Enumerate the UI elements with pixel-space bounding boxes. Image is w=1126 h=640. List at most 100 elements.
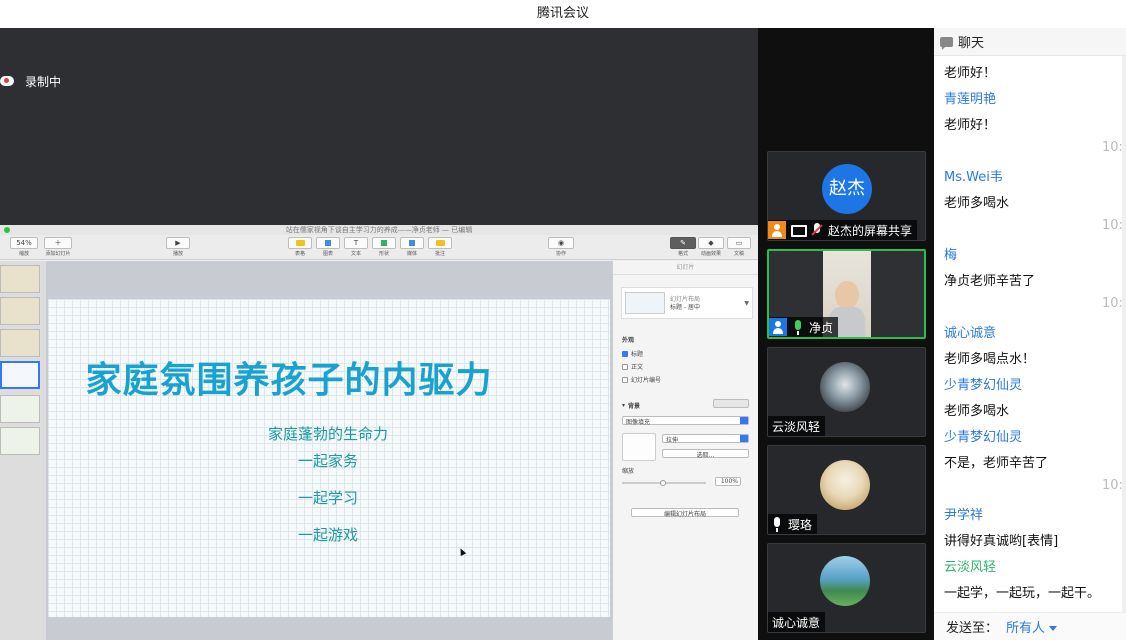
avatar	[820, 556, 870, 606]
format-inspector: 幻灯片 幻灯片布局 标题 - 居中 ▼ 外观 标题 正文 幻灯片编号 ▾ 背景 图…	[612, 261, 758, 640]
checkbox-label: 正文	[631, 364, 644, 371]
select-arrow-icon	[740, 435, 748, 442]
edit-layout-button[interactable]: 编辑幻灯片布局	[631, 508, 739, 518]
table-button[interactable]: 表格	[288, 237, 312, 257]
chat-bubble-icon	[940, 36, 953, 50]
layout-thumbnail	[625, 292, 665, 314]
shape-icon	[372, 237, 396, 249]
choose-image-button[interactable]: 选取...	[662, 449, 749, 459]
chat-scrollbar[interactable]	[1122, 56, 1126, 612]
message-timestamp: 10:	[1102, 296, 1123, 311]
fill-type-select[interactable]: 图像填充	[622, 416, 749, 426]
document-button[interactable]: ▭ 文稿	[727, 237, 751, 257]
slider-handle[interactable]	[660, 480, 666, 486]
chart-icon	[316, 237, 340, 249]
appearance-heading: 外观	[622, 337, 635, 344]
checkbox-label: 幻灯片编号	[631, 377, 662, 384]
mic-icon	[768, 515, 786, 533]
slide-thumbnail[interactable]	[0, 329, 40, 357]
participant-tile[interactable]: 璎珞	[767, 445, 926, 535]
window-title: 腾讯会议	[0, 0, 1126, 28]
slide-title[interactable]: 家庭氛围养孩子的内驱力	[48, 351, 610, 403]
slide-line[interactable]: 家庭蓬勃的生命力	[158, 423, 498, 444]
slide-thumbnail[interactable]	[0, 395, 40, 423]
participant-name-bar: 璎珞	[768, 514, 818, 534]
slide-thumbnail-selected[interactable]	[0, 361, 40, 389]
collaborate-icon: ◉	[548, 237, 574, 249]
zoom-select[interactable]: 54%	[10, 237, 38, 249]
chat-footer: 发送至： 所有人	[934, 612, 1126, 640]
participant-name: 云淡风轻	[772, 419, 821, 434]
message-sender: Ms.Wei韦	[944, 170, 1003, 185]
chat-panel: 聊天 老师好！ 青莲明艳 老师好！ 10: Ms.Wei韦 老师多喝水 10: 梅净贞老师辛苦…	[934, 28, 1126, 640]
slide-thumbnail[interactable]	[0, 427, 40, 455]
comment-button[interactable]: 批注	[428, 237, 452, 257]
chart-button[interactable]: 图表	[316, 237, 340, 257]
add-slide-button[interactable]: ＋ 添加幻灯片	[44, 237, 72, 257]
checkbox[interactable]	[622, 376, 628, 383]
screen-share-icon	[788, 221, 807, 239]
collaborate-button[interactable]: ◉ 协作	[548, 237, 574, 257]
format-label: 格式	[677, 251, 688, 257]
send-to-label: 发送至：	[946, 621, 999, 636]
background-label: 背景	[628, 403, 641, 410]
window-zoom-button[interactable]	[4, 227, 10, 233]
layout-value: 标题 - 居中	[670, 304, 700, 311]
animate-label: 动画效果	[700, 251, 721, 257]
slide-number-checkbox-row[interactable]: 幻灯片编号	[622, 375, 661, 384]
mic-muted-icon	[808, 221, 826, 239]
slide-line[interactable]: 一起游戏	[158, 524, 498, 545]
slide-line[interactable]: 一起家务	[158, 450, 498, 471]
body-checkbox-row[interactable]: 正文	[622, 362, 643, 371]
background-color-well[interactable]	[713, 399, 749, 408]
participant-name-bar: 赵杰的屏幕共享	[768, 220, 918, 240]
slide-thumbnail[interactable]	[0, 297, 40, 325]
scale-mode-select[interactable]: 拉伸	[662, 434, 749, 444]
format-button[interactable]: ✎ 格式	[670, 237, 696, 257]
checkbox-label: 标题	[631, 351, 644, 358]
background-heading[interactable]: ▾ 背景	[622, 401, 640, 410]
fill-type-value: 图像填充	[626, 419, 651, 426]
checkbox[interactable]	[622, 363, 628, 370]
media-button[interactable]: 媒体	[400, 237, 424, 257]
play-label: 播放	[172, 251, 183, 257]
send-to-value: 所有人	[1006, 621, 1046, 636]
participant-tile[interactable]: 诚心诚意	[767, 543, 926, 633]
send-to-select[interactable]: 所有人	[1006, 617, 1058, 636]
chat-title: 聊天	[958, 36, 985, 51]
add-slide-icon: ＋	[44, 237, 72, 249]
keynote-toolbar: 54% 缩放 ＋ 添加幻灯片 ▶ 播放 表格 图表 T 文本 形状 媒体 批注 …	[0, 235, 758, 260]
layout-picker[interactable]: 幻灯片布局 标题 - 居中 ▼	[621, 287, 753, 319]
inspector-header: 幻灯片	[613, 261, 758, 275]
slide-line[interactable]: 一起学习	[158, 487, 498, 508]
participant-tile[interactable]: 赵杰 赵杰的屏幕共享	[767, 151, 926, 241]
animate-button[interactable]: ◆ 动画效果	[698, 237, 724, 257]
text-button[interactable]: T 文本	[344, 237, 368, 257]
participant-tile-speaking[interactable]: 净贞	[767, 249, 926, 339]
zoom-control[interactable]: 54% 缩放	[10, 237, 38, 257]
chevron-down-icon: ▼	[744, 300, 749, 307]
image-well[interactable]	[622, 433, 656, 461]
message-sender: 诚心诚意	[944, 326, 997, 341]
recording-cloud-icon	[0, 76, 14, 86]
participant-videos: 赵杰 赵杰的屏幕共享 净贞 云淡风轻 璎珞 诚心诚意	[758, 28, 934, 640]
media-icon	[400, 237, 424, 249]
participant-name-bar: 诚心诚意	[768, 612, 826, 632]
scale-input[interactable]: 100%	[715, 477, 741, 486]
title-checkbox-row[interactable]: 标题	[622, 349, 643, 358]
scale-slider[interactable]	[622, 480, 706, 486]
face	[835, 281, 859, 309]
avatar	[820, 362, 870, 412]
participant-name: 赵杰的屏幕共享	[828, 223, 913, 238]
comment-label: 批注	[434, 251, 445, 257]
current-slide[interactable]: 家庭氛围养孩子的内驱力 家庭蓬勃的生命力 一起家务 一起学习 一起游戏	[48, 299, 610, 617]
message-sender: 少青梦幻仙灵	[944, 430, 1023, 445]
chevron-down-icon	[1049, 626, 1058, 631]
shape-button[interactable]: 形状	[372, 237, 396, 257]
message-text: 老师多喝点水！	[944, 352, 1036, 367]
play-button[interactable]: ▶ 播放	[166, 237, 190, 257]
participant-tile[interactable]: 云淡风轻	[767, 347, 926, 437]
checkbox[interactable]	[622, 350, 628, 357]
text-label: 文本	[350, 251, 361, 257]
slide-thumbnail[interactable]	[0, 265, 40, 293]
